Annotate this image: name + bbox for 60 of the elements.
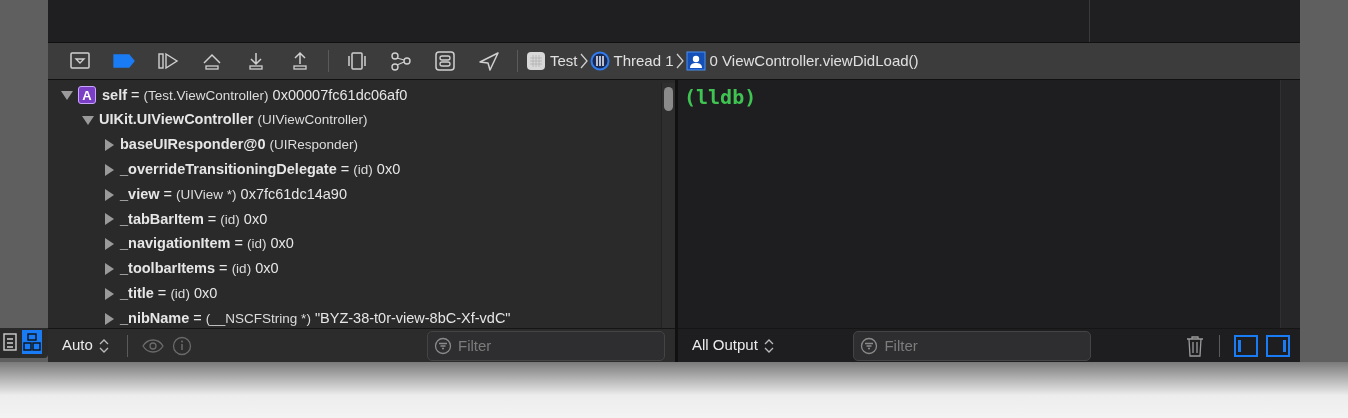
variable-row[interactable]: _tabBarItem = (id) 0x0 bbox=[120, 208, 268, 231]
console-view-toggle[interactable] bbox=[1266, 334, 1290, 357]
disclosure-triangle-icon[interactable] bbox=[102, 237, 116, 252]
toggles-icon bbox=[434, 51, 456, 71]
output-popup[interactable]: All Output bbox=[688, 334, 778, 357]
updown-chevron-icon bbox=[763, 337, 774, 354]
variable-row[interactable]: _title = (id) 0x0 bbox=[120, 282, 218, 305]
app-icon bbox=[526, 51, 546, 71]
filter-icon bbox=[434, 336, 452, 355]
left-panel-icon bbox=[1234, 334, 1258, 357]
updown-chevron-icon bbox=[98, 337, 109, 354]
variables-view-toggle[interactable] bbox=[1234, 334, 1258, 357]
location-arrow-icon bbox=[478, 51, 500, 71]
hierarchy-icon bbox=[23, 333, 41, 351]
variable-row[interactable]: UIKit.UIViewController (UIViewController) bbox=[99, 109, 368, 132]
disclosure-triangle-icon[interactable] bbox=[102, 311, 116, 326]
scrollbar[interactable] bbox=[1280, 80, 1300, 328]
info-icon bbox=[171, 335, 192, 356]
right-panel-icon bbox=[1266, 334, 1290, 357]
info-button[interactable] bbox=[171, 335, 192, 356]
thread-icon bbox=[589, 51, 610, 71]
variable-row[interactable]: _view = (UIView *) 0x7fc61dc14a90 bbox=[120, 183, 347, 206]
variable-row[interactable]: _toolbarItems = (id) 0x0 bbox=[120, 258, 279, 280]
filter-icon bbox=[860, 336, 879, 355]
disclosure-triangle-icon[interactable] bbox=[102, 162, 116, 177]
trash-icon bbox=[1185, 334, 1205, 357]
trash-button[interactable] bbox=[1185, 334, 1205, 357]
variable-row[interactable]: _navigationItem = (id) 0x0 bbox=[120, 233, 294, 256]
disclosure-triangle-icon[interactable] bbox=[102, 138, 116, 152]
breadcrumb-item[interactable]: 0 ViewController.viewDidLoad() bbox=[683, 49, 921, 73]
step-over-icon bbox=[201, 51, 223, 71]
disclosure-triangle-icon[interactable] bbox=[102, 261, 116, 276]
variable-row[interactable]: self = (Test.ViewController) 0x00007fc61dc06af0 bbox=[102, 84, 408, 107]
console-prompt: (lldb) bbox=[683, 84, 758, 111]
variable-kind-badge: A bbox=[78, 86, 96, 105]
scrollbar[interactable] bbox=[661, 83, 675, 328]
continue-icon bbox=[157, 51, 179, 71]
scope-popup[interactable]: Auto bbox=[58, 334, 113, 357]
filter-field[interactable]: Filter bbox=[853, 330, 1092, 361]
breadcrumb-item[interactable]: Test bbox=[524, 49, 580, 73]
layout-tab[interactable] bbox=[22, 330, 42, 354]
user-frame-icon bbox=[685, 51, 706, 71]
eye-button[interactable] bbox=[141, 337, 164, 354]
variable-row[interactable]: baseUIResponder@0 (UIResponder) bbox=[120, 134, 359, 156]
filter-field[interactable]: Filter bbox=[427, 330, 665, 361]
document-icon bbox=[3, 333, 17, 351]
breakpoint-icon bbox=[113, 51, 135, 71]
variable-row[interactable]: _nibName = (__NSCFString *) "BYZ-38-t0r-view-8bC-Xf-vdC" bbox=[120, 307, 511, 328]
graph-icon bbox=[390, 51, 412, 71]
breadcrumb-item[interactable]: Thread 1 bbox=[587, 49, 676, 73]
variable-row[interactable]: _overrideTransitioningDelegate = (id) 0x0 bbox=[120, 158, 401, 181]
inspector-tab[interactable] bbox=[0, 330, 20, 354]
disclosure-triangle-icon[interactable] bbox=[102, 212, 116, 227]
chevron-icon bbox=[579, 52, 588, 70]
hide-panel-icon bbox=[69, 51, 91, 71]
disclosure-triangle-icon[interactable] bbox=[102, 286, 116, 301]
chevron-icon bbox=[675, 52, 684, 70]
disclosure-triangle-icon[interactable] bbox=[102, 187, 116, 202]
view-hierarchy-icon bbox=[346, 51, 368, 71]
eye-icon bbox=[141, 337, 164, 354]
